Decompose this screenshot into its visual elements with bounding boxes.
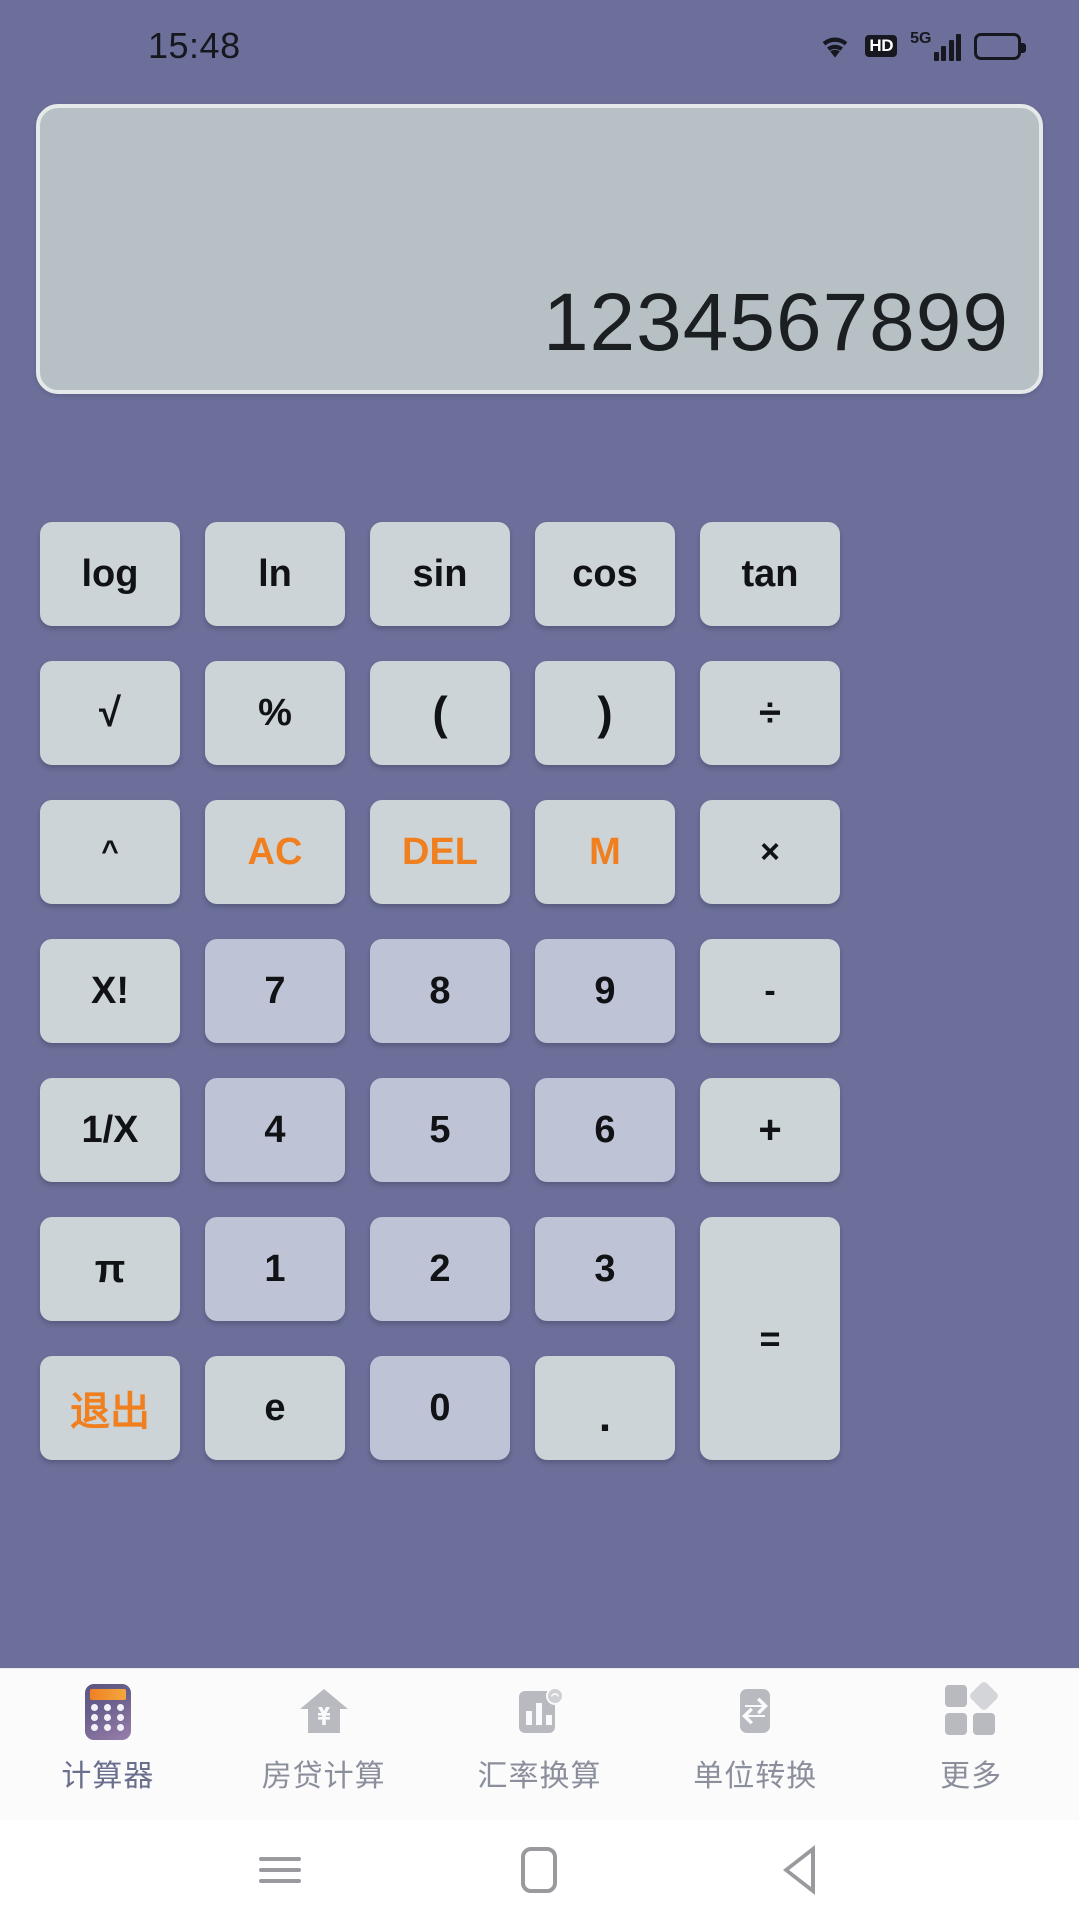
nav-item-more[interactable]: 更多 — [876, 1680, 1066, 1795]
key-sqrt[interactable]: √ — [40, 661, 180, 765]
key-reciprocal[interactable]: 1/X — [40, 1078, 180, 1182]
more-grid-icon — [942, 1680, 1000, 1741]
nav-label-unit-convert: 单位转换 — [693, 1760, 818, 1793]
key-percent[interactable]: % — [205, 661, 345, 765]
key-6[interactable]: 6 — [535, 1078, 675, 1182]
key-log[interactable]: log — [40, 522, 180, 626]
nav-item-calculator[interactable]: 计算器 — [13, 1683, 203, 1795]
keypad: log ln sin cos tan √ % ( ) ÷ ^ AC DEL M … — [40, 522, 1040, 1460]
display-value: 1234567899 — [542, 277, 1009, 368]
bottom-navigation: 计算器 房贷计算 汇率换算 单位转换 更多 — [0, 1668, 1079, 1820]
nav-label-mortgage: 房贷计算 — [261, 1760, 386, 1793]
key-memory[interactable]: M — [535, 800, 675, 904]
key-ac[interactable]: AC — [205, 800, 345, 904]
key-paren-close[interactable]: ) — [535, 661, 675, 765]
home-icon[interactable] — [504, 1835, 574, 1905]
key-7[interactable]: 7 — [205, 939, 345, 1043]
nav-item-exchange[interactable]: 汇率换算 — [444, 1683, 634, 1795]
status-bar: 15:48 HD 5G — [0, 0, 1079, 92]
key-9[interactable]: 9 — [535, 939, 675, 1043]
key-plus[interactable]: + — [700, 1078, 840, 1182]
key-divide[interactable]: ÷ — [700, 661, 840, 765]
status-time: 15:48 — [148, 25, 241, 66]
nav-item-mortgage[interactable]: 房贷计算 — [229, 1683, 419, 1795]
signal-icon: 5G — [910, 31, 961, 61]
key-paren-open[interactable]: ( — [370, 661, 510, 765]
nav-label-more: 更多 — [940, 1760, 1003, 1793]
key-factorial[interactable]: X! — [40, 939, 180, 1043]
network-type-label: 5G — [910, 30, 932, 47]
nav-item-unit-convert[interactable]: 单位转换 — [660, 1683, 850, 1795]
signal-bars — [933, 33, 961, 61]
key-0[interactable]: 0 — [370, 1356, 510, 1460]
key-power[interactable]: ^ — [40, 800, 180, 904]
house-yen-icon — [295, 1683, 353, 1741]
key-del[interactable]: DEL — [370, 800, 510, 904]
key-5[interactable]: 5 — [370, 1078, 510, 1182]
key-minus[interactable]: - — [700, 939, 840, 1043]
key-exit[interactable]: 退出 — [40, 1356, 180, 1460]
key-sin[interactable]: sin — [370, 522, 510, 626]
key-cos[interactable]: cos — [535, 522, 675, 626]
calculator-icon — [79, 1683, 137, 1741]
wifi-icon — [818, 32, 852, 60]
key-multiply[interactable]: × — [700, 800, 840, 904]
key-e[interactable]: e — [205, 1356, 345, 1460]
calculator-display[interactable]: 1234567899 — [36, 104, 1043, 394]
key-decimal[interactable]: . — [535, 1356, 675, 1460]
key-1[interactable]: 1 — [205, 1217, 345, 1321]
key-3[interactable]: 3 — [535, 1217, 675, 1321]
battery-icon — [974, 32, 1026, 60]
bar-chart-icon — [510, 1683, 568, 1741]
android-navigation-bar — [0, 1820, 1079, 1919]
recents-icon[interactable] — [245, 1835, 315, 1905]
nav-label-calculator: 计算器 — [61, 1760, 155, 1793]
hd-icon: HD — [865, 35, 898, 57]
status-icons: HD 5G — [818, 31, 1026, 61]
back-icon[interactable] — [764, 1835, 834, 1905]
key-equals[interactable]: = — [700, 1217, 840, 1460]
swap-arrows-icon — [726, 1683, 784, 1741]
key-8[interactable]: 8 — [370, 939, 510, 1043]
nav-label-exchange: 汇率换算 — [477, 1760, 602, 1793]
key-pi[interactable]: π — [40, 1217, 180, 1321]
key-2[interactable]: 2 — [370, 1217, 510, 1321]
key-ln[interactable]: ln — [205, 522, 345, 626]
key-4[interactable]: 4 — [205, 1078, 345, 1182]
key-tan[interactable]: tan — [700, 522, 840, 626]
